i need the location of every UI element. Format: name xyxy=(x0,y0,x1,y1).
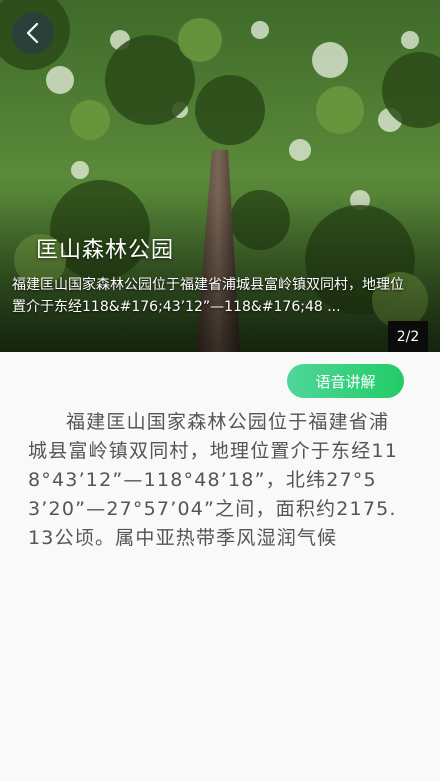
audio-guide-button[interactable]: 语音讲解 xyxy=(287,364,404,398)
chevron-left-icon xyxy=(26,22,39,44)
article-body: 福建匡山国家森林公园位于福建省浦城县富岭镇双同村，地理位置介于东经118°43’… xyxy=(28,411,398,549)
hero-title: 匡山森林公园 xyxy=(36,238,175,263)
page-indicator: 2/2 xyxy=(388,321,428,352)
back-button[interactable] xyxy=(12,12,54,54)
hero-description: 福建匡山国家森林公园位于福建省浦城县富岭镇双同村，地理位置介于东经118&#17… xyxy=(12,277,404,315)
hero-banner: 匡山森林公园 福建匡山国家森林公园位于福建省浦城县富岭镇双同村，地理位置介于东经… xyxy=(0,0,440,352)
